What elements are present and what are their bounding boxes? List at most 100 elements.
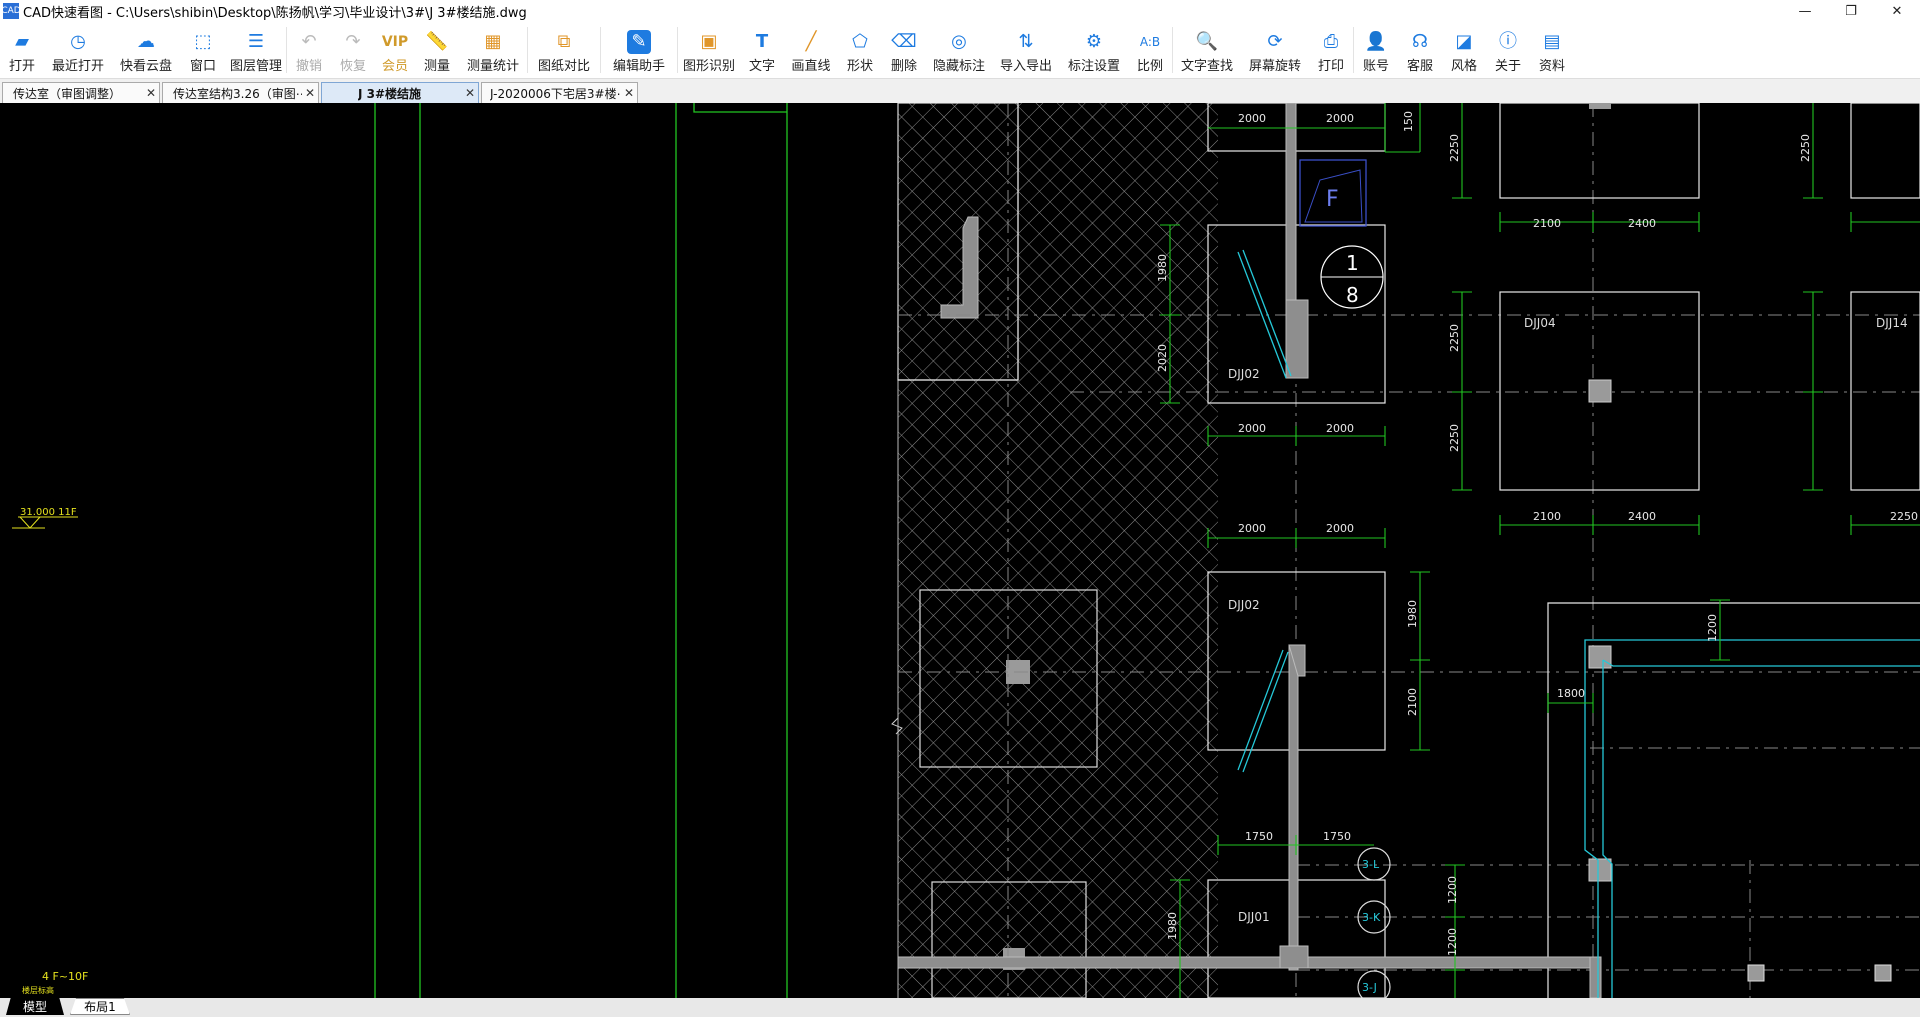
dimension-texts: 2000 2000 150 2250 2100 2400 2250 1980 2… [1156, 111, 1918, 956]
svg-text:2100: 2100 [1533, 217, 1561, 230]
shape-button[interactable]: ⬠ 形状 [838, 22, 882, 78]
section-circle: 1 8 [1320, 245, 1384, 309]
svg-text:2250: 2250 [1890, 510, 1918, 523]
svg-text:2400: 2400 [1628, 510, 1656, 523]
dimension-lines [1160, 103, 1920, 998]
close-icon[interactable]: ✕ [1874, 0, 1920, 22]
user-icon: 👤 [1364, 31, 1388, 52]
restore-icon[interactable]: ❐ [1828, 0, 1874, 22]
erase-button[interactable]: ⌫ 删除 [882, 22, 926, 78]
stats-icon: ▦ [484, 31, 502, 52]
print-button[interactable]: ⎙ 打印 [1309, 22, 1353, 78]
window-button[interactable]: ⬚ 窗口 [180, 22, 226, 78]
layers-button[interactable]: ☰ 图层管理 [226, 22, 286, 78]
tab-layout1[interactable]: 布局1 [70, 998, 130, 1015]
tab-document-4[interactable]: J-2020006下宅居3#楼⋯ ✕ [481, 82, 638, 103]
import-export-button[interactable]: ⇅ 导入导出 [992, 22, 1060, 78]
svg-text:2250: 2250 [1799, 134, 1812, 162]
svg-text:DJJ02: DJJ02 [1228, 598, 1260, 612]
close-tab-icon[interactable]: ✕ [302, 86, 318, 100]
vip-button[interactable]: VIP 会员 [375, 22, 415, 78]
minimize-icon[interactable]: — [1782, 0, 1828, 22]
edit-icon: ✎ [627, 30, 651, 54]
svg-text:DJJ14: DJJ14 [1876, 316, 1908, 330]
close-tab-icon[interactable]: ✕ [462, 86, 478, 100]
palette-icon: ◪ [1455, 31, 1473, 52]
svg-text:1980: 1980 [1406, 600, 1419, 628]
svg-text:2020: 2020 [1156, 344, 1169, 372]
printer-icon: ⎙ [1323, 31, 1339, 52]
history-icon: ◷ [70, 31, 86, 52]
screen-rotate-button[interactable]: ⟳ 屏幕旋转 [1241, 22, 1309, 78]
ruler-icon: 📏 [425, 31, 449, 52]
edit-assistant-button[interactable]: ✎ 编辑助手 [601, 22, 677, 78]
foundation-boxes [1207, 103, 1920, 998]
undo-button[interactable]: ↶ 撤销 [287, 22, 331, 78]
cad-drawing: 31.000 11F 4 F~10F 楼层标高 F 1 8 3-L 3-K 3-… [12, 103, 1920, 998]
window-icon: ⬚ [194, 31, 212, 52]
tab-model[interactable]: 模型 [6, 998, 64, 1015]
support-button[interactable]: ☊ 客服 [1398, 22, 1442, 78]
svg-text:1750: 1750 [1245, 830, 1273, 843]
svg-text:1980: 1980 [1166, 912, 1179, 940]
scale-button[interactable]: A:B 比例 [1128, 22, 1172, 78]
svg-text:1200: 1200 [1446, 876, 1459, 904]
style-button[interactable]: ◪ 风格 [1442, 22, 1486, 78]
redo-icon: ↷ [345, 31, 361, 52]
svg-text:8: 8 [1346, 283, 1359, 307]
svg-text:2400: 2400 [1628, 217, 1656, 230]
svg-text:2100: 2100 [1533, 510, 1561, 523]
svg-text:2100: 2100 [1406, 688, 1419, 716]
hide-marks-button[interactable]: ◎ 隐藏标注 [926, 22, 992, 78]
svg-text:2000: 2000 [1326, 422, 1354, 435]
svg-text:1750: 1750 [1323, 830, 1351, 843]
compare-button[interactable]: ⧉ 图纸对比 [528, 22, 600, 78]
main-toolbar: ▰ 打开 ◷ 最近打开 ☁ 快看云盘 ⬚ 窗口 ☰ 图层管理 ↶ 撤销 ↷ 恢复… [0, 22, 1920, 79]
image-scan-icon: ▣ [700, 31, 718, 52]
svg-text:1980: 1980 [1156, 254, 1169, 282]
drawing-canvas[interactable]: 31.000 11F 4 F~10F 楼层标高 F 1 8 3-L 3-K 3-… [0, 103, 1920, 998]
tab-document-3[interactable]: J 3#楼结施 ✕ [321, 82, 479, 103]
shape-recognition-button[interactable]: ▣ 图形识别 [678, 22, 740, 78]
account-button[interactable]: 👤 账号 [1354, 22, 1398, 78]
info-icon: ⓘ [1499, 31, 1517, 52]
measure-stats-button[interactable]: ▦ 测量统计 [459, 22, 527, 78]
text-icon: T [755, 31, 769, 52]
mark-settings-button[interactable]: ⚙ 标注设置 [1060, 22, 1128, 78]
materials-button[interactable]: ▤ 资料 [1530, 22, 1574, 78]
svg-text:2000: 2000 [1238, 112, 1266, 125]
text-search-button[interactable]: 🔍 文字查找 [1173, 22, 1241, 78]
elevation-text: 31.000 11F [20, 507, 77, 518]
svg-text:3-J: 3-J [1362, 981, 1377, 994]
svg-text:2250: 2250 [1448, 424, 1461, 452]
cloud-button[interactable]: ☁ 快看云盘 [112, 22, 180, 78]
headset-icon: ☊ [1412, 31, 1428, 52]
measure-button[interactable]: 📏 测量 [415, 22, 459, 78]
settings-icon: ⚙ [1085, 31, 1103, 52]
app-icon: CAD [1, 3, 21, 19]
document-tab-bar: 传达室（审图调整） ✕ 传达室结构3.26（审图⋯ ✕ J 3#楼结施 ✕ J-… [0, 79, 1920, 104]
close-tab-icon[interactable]: ✕ [143, 86, 159, 100]
floor-mark-text: 4 F~10F [42, 970, 88, 983]
vip-icon: VIP [381, 34, 409, 50]
close-tab-icon[interactable]: ✕ [621, 86, 637, 100]
text-button[interactable]: T 文字 [740, 22, 784, 78]
tab-document-2[interactable]: 传达室结构3.26（审图⋯ ✕ [162, 82, 319, 103]
svg-text:2000: 2000 [1326, 112, 1354, 125]
eraser-icon: ⌫ [891, 31, 917, 52]
open-button[interactable]: ▰ 打开 [0, 22, 44, 78]
rotate-icon: ⟳ [1267, 31, 1283, 52]
scale-icon: A:B [1139, 35, 1161, 49]
tab-document-1[interactable]: 传达室（审图调整） ✕ [2, 82, 160, 103]
recent-button[interactable]: ◷ 最近打开 [44, 22, 112, 78]
svg-text:DJJ01: DJJ01 [1238, 910, 1270, 924]
line-button[interactable]: ╱ 画直线 [784, 22, 838, 78]
svg-text:2250: 2250 [1448, 134, 1461, 162]
svg-text:1: 1 [1346, 251, 1359, 275]
svg-text:1200: 1200 [1446, 928, 1459, 956]
about-button[interactable]: ⓘ 关于 [1486, 22, 1530, 78]
svg-text:F: F [1326, 187, 1339, 212]
svg-text:2250: 2250 [1448, 324, 1461, 352]
redo-button[interactable]: ↷ 恢复 [331, 22, 375, 78]
undo-icon: ↶ [301, 31, 317, 52]
